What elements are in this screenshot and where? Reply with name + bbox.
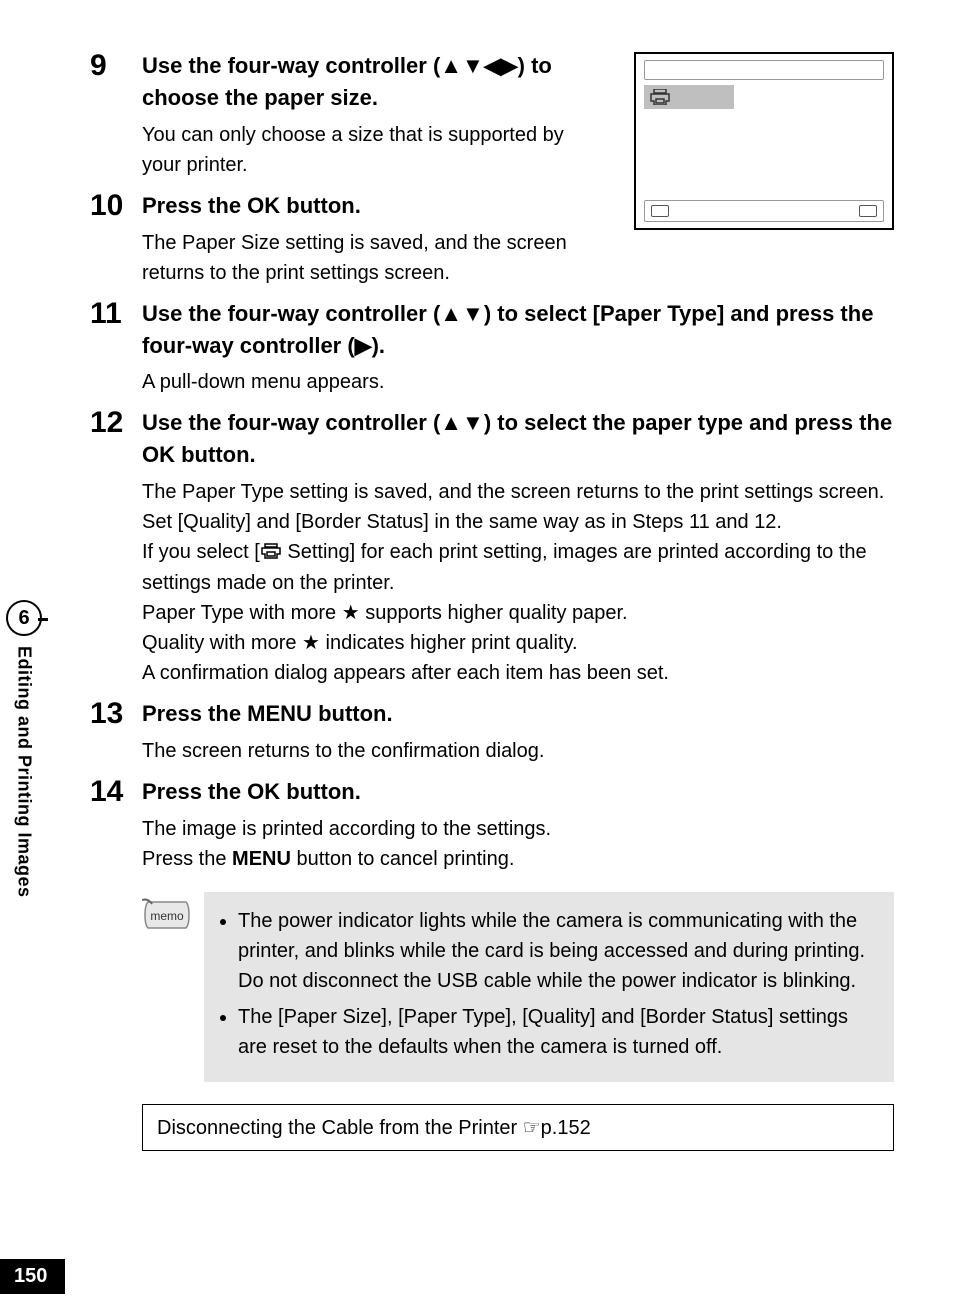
screen-title-bar [644,60,884,80]
title-text: button. [280,779,361,804]
step-number: 10 [90,188,142,288]
svg-text:memo: memo [150,909,184,923]
step-number: 11 [90,296,142,398]
desc-text: A confirmation dialog appears after each… [142,662,669,684]
desc-text: Paper Type with more ★ supports higher q… [142,602,628,624]
step-description: The Paper Size setting is saved, and the… [142,228,604,288]
title-text: Press the [142,779,247,804]
screen-selected-row [644,84,884,110]
desc-text: button to cancel printing. [291,848,514,870]
manual-page: 9 Use the four-way controller (▲▼◀▶) to … [0,0,954,1314]
title-text: button. [175,442,256,467]
chapter-title: Editing and Printing Images [14,646,35,898]
arrow-right-icon: ▶ [355,333,372,358]
title-text: Use the four-way controller ( [142,53,440,78]
desc-text: Quality with more ★ indicates higher pri… [142,632,578,654]
ok-button-label: OK [247,193,280,218]
ok-button-label: OK [247,779,280,804]
step-description: The image is printed according to the se… [142,814,894,874]
page-number: 150 [0,1259,65,1294]
ok-button-label: OK [142,442,175,467]
step-title: Press the OK button. [142,190,604,222]
step-14: 14 Press the OK button. The image is pri… [90,774,894,874]
arrows-icon: ▲▼◀▶ [440,53,517,78]
title-text: Use the four-way controller ( [142,410,440,435]
step-13: 13 Press the MENU button. The screen ret… [90,696,894,766]
screen-bottom-bar [644,200,884,222]
step-title: Use the four-way controller (▲▼) to sele… [142,298,894,362]
step-number: 14 [90,774,142,874]
chapter-tab: 6 Editing and Printing Images [0,600,48,1000]
title-text: button. [280,193,361,218]
memo-item: The [Paper Size], [Paper Type], [Quality… [238,1002,878,1062]
lcd-screen-figure [634,52,894,230]
title-text: button. [312,701,393,726]
desc-text: Press the [142,848,232,870]
step-11: 11 Use the four-way controller (▲▼) to s… [90,296,894,398]
memo-icon: memo [142,892,192,1082]
step-title: Press the MENU button. [142,698,894,730]
step-10: 10 Press the OK button. The Paper Size s… [90,188,604,288]
memo-note: memo The power indicator lights while th… [142,892,894,1082]
memo-content: The power indicator lights while the cam… [204,892,894,1082]
title-text: Press the [142,193,247,218]
menu-button-label: MENU [247,701,312,726]
step-title: Press the OK button. [142,776,894,808]
step-title: Use the four-way controller (▲▼) to sele… [142,407,894,471]
memo-item: The power indicator lights while the cam… [238,906,878,996]
step-number: 13 [90,696,142,766]
title-text: ). [372,333,385,358]
step-number: 9 [90,48,142,180]
step-12: 12 Use the four-way controller (▲▼) to s… [90,405,894,688]
printer-setting-icon [260,538,282,568]
title-text: Use the four-way controller ( [142,301,440,326]
desc-text: The Paper Type setting is saved, and the… [142,481,884,533]
step-description: You can only choose a size that is suppo… [142,120,604,180]
menu-button-label: MENU [232,848,291,870]
desc-text: The image is printed according to the se… [142,818,551,840]
step-title: Use the four-way controller (▲▼◀▶) to ch… [142,50,604,114]
step-description: The screen returns to the confirmation d… [142,736,894,766]
soft-key-left-icon [651,205,669,217]
title-text: ) to select the paper type and press the [484,410,892,435]
chapter-number-badge: 6 [6,600,42,636]
desc-text: If you select [ [142,541,260,563]
step-description: The Paper Type setting is saved, and the… [142,477,894,688]
step-9: 9 Use the four-way controller (▲▼◀▶) to … [90,48,604,180]
cross-reference-text: Disconnecting the Cable from the Printer… [157,1117,591,1139]
soft-key-right-icon [859,205,877,217]
arrows-icon: ▲▼ [440,301,484,326]
step-number: 12 [90,405,142,688]
cross-reference-box: Disconnecting the Cable from the Printer… [142,1104,894,1151]
printer-icon [650,89,670,105]
step-description: A pull-down menu appears. [142,367,894,397]
arrows-icon: ▲▼ [440,410,484,435]
title-text: Press the [142,701,247,726]
